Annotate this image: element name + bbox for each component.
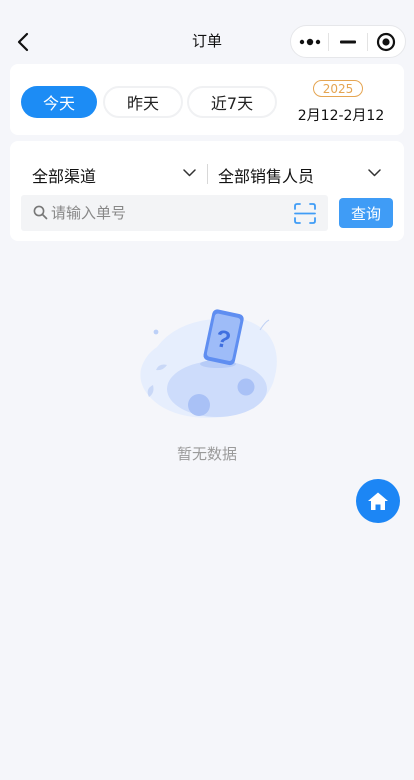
salesperson-dropdown[interactable]: 全部销售人员 (218, 163, 381, 187)
search-icon (33, 205, 48, 220)
scan-icon[interactable] (294, 203, 316, 224)
salesperson-dropdown-label: 全部销售人员 (218, 167, 315, 186)
dropdown-divider (207, 164, 208, 184)
channel-dropdown[interactable]: 全部渠道 (32, 163, 196, 187)
chevron-down-icon (368, 169, 381, 177)
date-range[interactable]: 2月12-2月12 (293, 105, 389, 125)
empty-phone-question-illustration: ? (140, 309, 277, 418)
close-mini-program-button[interactable] (368, 26, 405, 57)
year-badge[interactable]: 2025 (313, 80, 363, 97)
minus-icon (339, 40, 356, 43)
more-dots-icon (299, 38, 320, 45)
chip-yesterday[interactable]: 昨天 (103, 86, 183, 118)
channel-dropdown-label: 全部渠道 (32, 167, 97, 186)
order-filter-card: 全部渠道 全部销售人员 查询 (10, 141, 404, 241)
empty-state-text: 暂无数据 (176, 445, 237, 463)
chip-today[interactable]: 今天 (21, 86, 97, 118)
order-search-box (21, 195, 328, 231)
order-number-input[interactable] (51, 203, 281, 223)
more-button[interactable] (291, 26, 328, 57)
mini-program-capsule (290, 25, 406, 58)
minimize-button[interactable] (329, 26, 366, 57)
home-button[interactable] (356, 479, 400, 523)
home-icon (368, 492, 388, 510)
target-circle-icon (377, 32, 396, 51)
chip-last-7-days[interactable]: 近7天 (187, 86, 277, 118)
date-filter-card: 今天 昨天 近7天 2025 2月12-2月12 (10, 64, 404, 135)
chevron-down-icon (183, 169, 196, 177)
query-button[interactable]: 查询 (339, 198, 393, 228)
